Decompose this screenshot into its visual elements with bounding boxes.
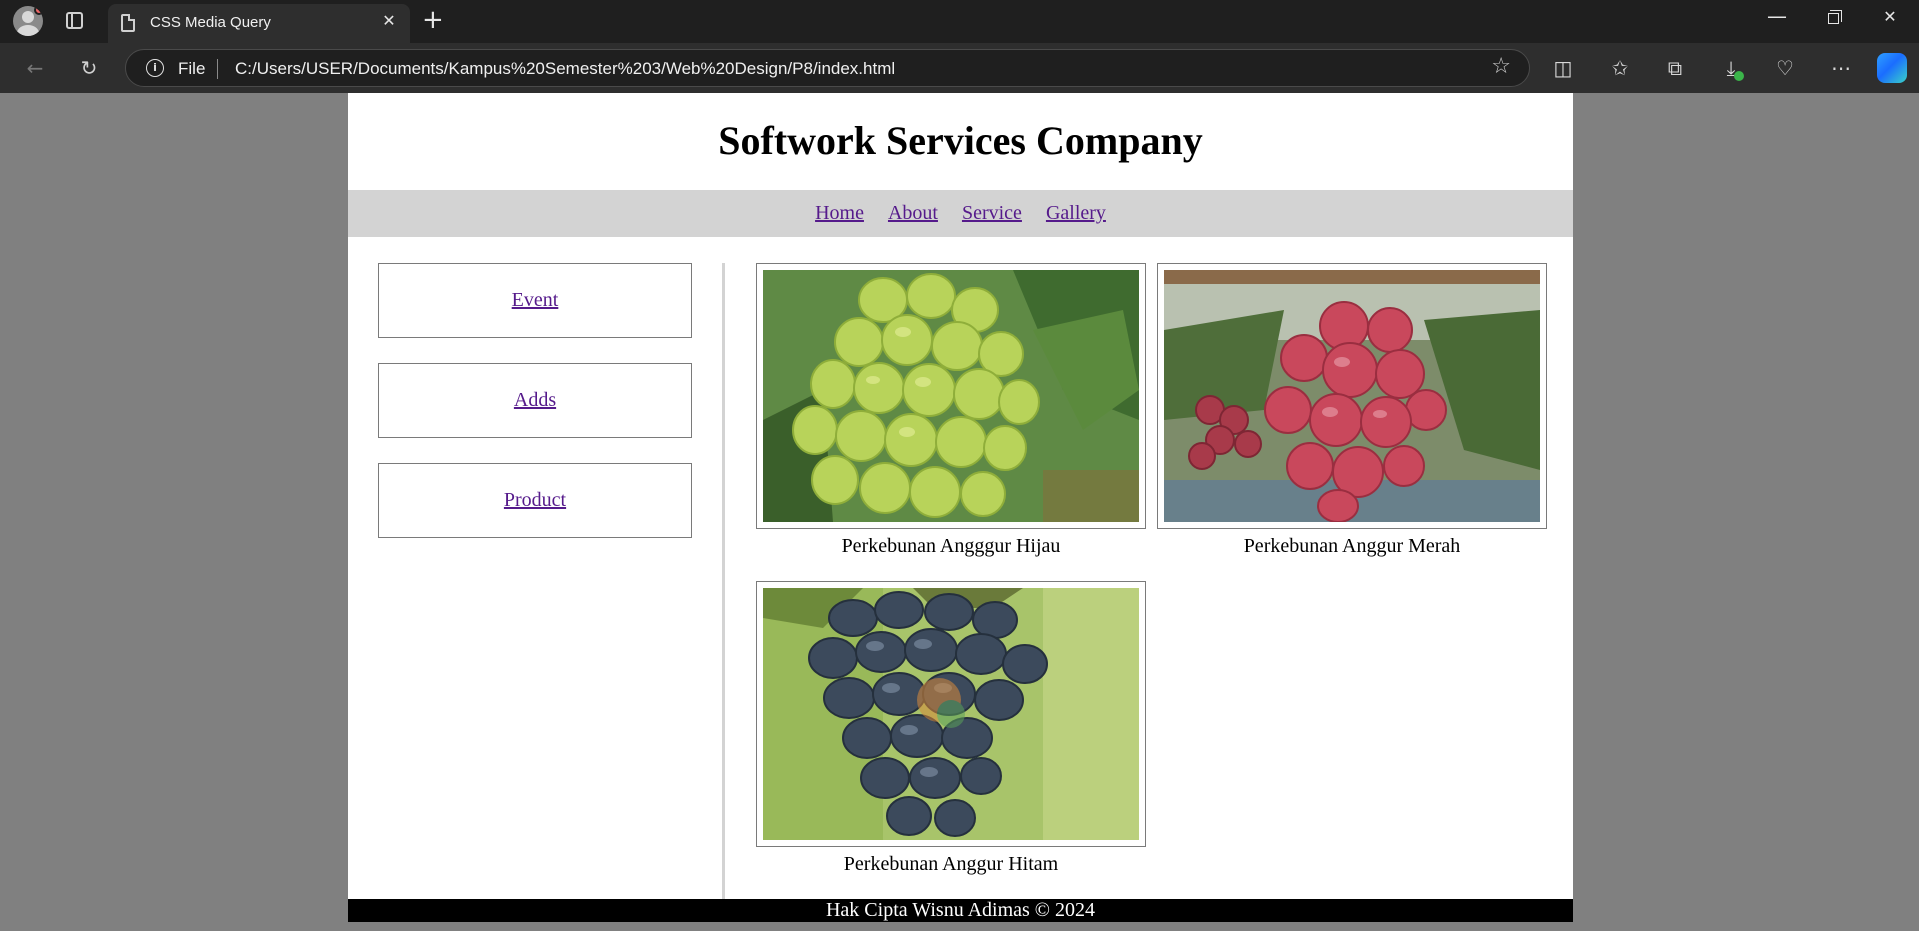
site-footer: Hak Cipta Wisnu Adimas © 2024	[348, 899, 1573, 922]
site-title: Softwork Services Company	[718, 118, 1203, 163]
page-viewport: Softwork Services Company Home About Ser…	[5, 93, 1914, 931]
profile-avatar-icon[interactable]	[13, 6, 43, 36]
nav-link-home[interactable]: Home	[815, 190, 864, 237]
gallery-caption: Perkebunan Anggur Hitam	[843, 853, 1059, 875]
minimize-icon[interactable]: —	[1757, 4, 1797, 28]
favorite-star-icon[interactable]: ☆	[1491, 54, 1511, 79]
sidebar: Event Adds Product	[378, 263, 692, 563]
nav-link-about[interactable]: About	[888, 190, 938, 237]
tab-close-icon[interactable]: ✕	[378, 11, 400, 30]
sidebar-box-adds: Adds	[378, 363, 692, 438]
more-options-icon[interactable]: ⋯	[1826, 53, 1856, 83]
main-nav: Home About Service Gallery	[348, 190, 1573, 237]
gallery-frame	[1157, 263, 1547, 529]
site-header: Softwork Services Company	[348, 93, 1573, 190]
green-grapes-image	[763, 270, 1139, 522]
browser-tab-bar: CSS Media Query ✕ + — ✕	[0, 0, 1919, 43]
black-grapes-image	[763, 588, 1139, 840]
sidebar-box-product: Product	[378, 463, 692, 538]
gallery-item-green-grapes: Perkebunan Angggur Hijau	[756, 263, 1146, 558]
url-scheme-label: File	[178, 59, 206, 78]
site-info-icon[interactable]: i	[146, 59, 164, 77]
content-divider	[722, 263, 725, 900]
page-container: Softwork Services Company Home About Ser…	[348, 93, 1573, 922]
gallery-caption: Perkebunan Angggur Hijau	[841, 535, 1061, 557]
favorites-icon[interactable]: ✩	[1605, 53, 1635, 83]
new-tab-icon[interactable]: +	[422, 5, 444, 35]
url-text[interactable]: C:/Users/USER/Documents/Kampus%20Semeste…	[235, 59, 895, 79]
browser-toolbar: ← ↻ i File C:/Users/USER/Documents/Kampu…	[0, 43, 1919, 93]
download-complete-badge	[1734, 71, 1744, 81]
sidebar-link-event[interactable]: Event	[512, 289, 559, 311]
nav-link-service[interactable]: Service	[962, 190, 1022, 237]
sidebar-box-event: Event	[378, 263, 692, 338]
collections-icon[interactable]: ⧉	[1660, 53, 1690, 83]
window-close-icon[interactable]: ✕	[1870, 7, 1910, 26]
browser-tab-active[interactable]: CSS Media Query ✕	[108, 4, 410, 43]
gallery-item-red-grapes: Perkebunan Anggur Merah	[1157, 263, 1547, 558]
gallery-frame	[756, 263, 1146, 529]
red-grapes-image	[1164, 270, 1540, 523]
copilot-icon[interactable]	[1877, 53, 1907, 83]
back-icon[interactable]: ←	[19, 52, 51, 84]
split-screen-icon[interactable]: ◫	[1548, 53, 1578, 83]
restore-icon[interactable]	[1813, 7, 1853, 26]
address-bar[interactable]: i File C:/Users/USER/Documents/Kampus%20…	[125, 49, 1530, 87]
sidebar-link-product[interactable]: Product	[504, 489, 566, 511]
sidebar-link-adds[interactable]: Adds	[514, 389, 556, 411]
gallery-item-black-grapes: Perkebunan Anggur Hitam	[756, 581, 1146, 876]
vertical-tabs-icon[interactable]	[66, 12, 83, 29]
gallery-frame	[756, 581, 1146, 847]
browser-essentials-icon[interactable]: ♡	[1770, 53, 1800, 83]
page-icon	[121, 14, 135, 32]
gallery-caption: Perkebunan Anggur Merah	[1243, 535, 1461, 557]
reload-icon[interactable]: ↻	[73, 52, 105, 84]
tab-title: CSS Media Query	[150, 14, 271, 31]
url-separator	[217, 59, 218, 79]
nav-link-gallery[interactable]: Gallery	[1046, 190, 1106, 237]
